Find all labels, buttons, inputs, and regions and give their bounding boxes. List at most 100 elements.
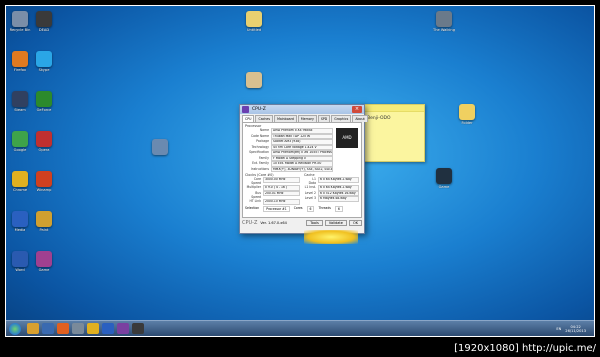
tab-graphics[interactable]: Graphics: [331, 115, 352, 122]
tab-spd[interactable]: SPD: [317, 115, 331, 122]
taskbar-app-icon[interactable]: [42, 323, 54, 334]
amd-logo-icon: AMD: [336, 128, 358, 148]
app-icon: [12, 171, 28, 187]
desktop-icon-dead[interactable]: DEAD: [33, 11, 55, 32]
cpuz-window[interactable]: CPU-Z × CPU Caches Mainboard Memory SPD …: [239, 104, 368, 234]
desktop-icon-game[interactable]: Game: [433, 168, 455, 189]
desktop-icon-walking-dead[interactable]: The Walking Dead: [433, 11, 455, 32]
app-icon: [12, 91, 28, 107]
ok-button[interactable]: OK: [348, 220, 362, 226]
desktop-icon-label: DEAD: [38, 28, 50, 32]
taskbar-app-icon[interactable]: [132, 323, 144, 334]
app-icon: [36, 171, 52, 187]
clock[interactable]: 04:22 26/11/2013: [565, 325, 586, 333]
desktop-icon-untitled[interactable]: Untitled: [243, 11, 265, 32]
sticky-note-text[interactable]: Benji-ODO: [364, 112, 424, 125]
selection-row: Selection Processor #1 Cores 6 Threads 6: [243, 205, 361, 213]
tab-about[interactable]: About: [352, 115, 368, 122]
start-button[interactable]: [9, 322, 21, 335]
tab-cpu[interactable]: CPU: [242, 115, 255, 122]
desktop-icon-label: Chrome: [12, 188, 28, 192]
desktop-icon-recycle-bin[interactable]: Recycle Bin: [9, 11, 31, 32]
desktop-icon-label: Game: [38, 268, 50, 272]
desktop-icon-label: Firefox: [14, 68, 26, 72]
folder-icon: [459, 104, 475, 120]
game-icon: [436, 168, 452, 184]
system-tray: EN 04:22 26/11/2013: [556, 325, 594, 333]
app-icon: [36, 11, 52, 27]
taskbar-app-icon[interactable]: [117, 323, 129, 334]
cpuz-brand: CPU-Z: [242, 220, 258, 226]
cores-label: Cores: [293, 205, 303, 210]
taskbar-app-icon[interactable]: [87, 323, 99, 334]
validate-button[interactable]: Validate: [324, 220, 347, 226]
sticky-note[interactable]: Benji-ODO: [363, 104, 425, 162]
taskbar-app-icon[interactable]: [27, 323, 39, 334]
desktop-icon-label: Recycle Bin: [9, 28, 31, 32]
tab-caches[interactable]: Caches: [255, 115, 274, 122]
desktop-icon-label: GeForce: [36, 108, 52, 112]
desktop-icon-paint[interactable]: Paint: [33, 211, 55, 232]
desktop-icon-opera[interactable]: Opera: [33, 131, 55, 152]
taskbar-app-icon[interactable]: [102, 323, 114, 334]
app-icon: [12, 131, 28, 147]
clocks-cache-section: Clocks (Core #0) Core Speed 3000.00 MHz Mu…: [243, 172, 361, 205]
app-icon: [12, 51, 28, 67]
info-label: L1 Data: [308, 177, 316, 186]
app-icon: [36, 51, 52, 67]
desktop-icon-winamp[interactable]: Winamp: [33, 171, 55, 192]
info-label: HT Link: [249, 199, 261, 204]
info-value: 2000.10 MHz: [263, 199, 300, 205]
info-value: 6 MBytes 48-way: [318, 196, 359, 202]
taskbar: EN 04:22 26/11/2013: [6, 320, 594, 336]
desktop-icon-label: Google: [13, 148, 27, 152]
desktop-icon-app[interactable]: [243, 72, 265, 88]
app-icon: [12, 251, 28, 267]
file-icon: [246, 11, 262, 27]
cpuz-footer: CPU-Z Ver. 1.67.0.x64 Tools Validate OK: [240, 218, 364, 228]
cpuz-version: Ver. 1.67.0.x64: [260, 221, 287, 225]
desktop-icon-word[interactable]: Word: [9, 251, 31, 272]
close-icon[interactable]: ×: [352, 106, 362, 113]
desktop-icon-label: Paint: [39, 228, 49, 232]
desktop-icon-label: Steam: [14, 108, 26, 112]
threads-value: 6: [334, 205, 343, 212]
desktop-icon-chrome[interactable]: Chrome: [9, 171, 31, 192]
language-indicator[interactable]: EN: [556, 327, 561, 331]
cpuz-title-bar[interactable]: CPU-Z ×: [240, 105, 364, 114]
tab-mainboard[interactable]: Mainboard: [274, 115, 297, 122]
desktop: Recycle Bin DEAD Firefox Skype Steam GeForce G…: [5, 5, 595, 337]
selection-dropdown[interactable]: Processor #1: [263, 205, 290, 212]
info-row: L1 Data 6 x 64 KBytes 2-way: [302, 177, 361, 185]
info-row: HT Link 2000.10 MHz: [243, 199, 302, 205]
desktop-icon-game[interactable]: Game: [33, 251, 55, 272]
desktop-icon-steam[interactable]: Steam: [9, 91, 31, 112]
desktop-icon-folder[interactable]: Folder: [456, 104, 478, 125]
tools-button[interactable]: Tools: [306, 220, 323, 226]
cpuz-title: CPU-Z: [252, 107, 266, 112]
sticky-note-bar[interactable]: [364, 105, 424, 112]
desktop-icon-label: Media: [14, 228, 26, 232]
app-icon: [12, 211, 28, 227]
info-label: Bus Speed: [251, 190, 261, 200]
desktop-icon-skype[interactable]: Skype: [33, 51, 55, 72]
clock-date: 26/11/2013: [565, 328, 586, 333]
taskbar-app-icon[interactable]: [72, 323, 84, 334]
cores-value: 6: [306, 205, 315, 212]
desktop-icon-firefox[interactable]: Firefox: [9, 51, 31, 72]
threads-label: Threads: [318, 205, 331, 210]
info-row: Core Speed 3000.00 MHz: [243, 177, 302, 185]
info-row: Level 36 MBytes 48-way: [302, 196, 361, 202]
info-row: Bus Speed 200.01 MHz: [243, 190, 302, 200]
app-icon: [12, 11, 28, 27]
desktop-icon-geforce[interactable]: GeForce: [33, 91, 55, 112]
app-icon: [36, 131, 52, 147]
desktop-icon-program[interactable]: [149, 139, 171, 155]
desktop-icon-label: Skype: [38, 68, 50, 72]
tab-memory[interactable]: Memory: [297, 115, 317, 122]
taskbar-app-icon[interactable]: [57, 323, 69, 334]
desktop-icon-media[interactable]: Media: [9, 211, 31, 232]
info-label: Level 3: [304, 196, 316, 201]
desktop-icon-google[interactable]: Google: [9, 131, 31, 152]
app-icon: [36, 211, 52, 227]
